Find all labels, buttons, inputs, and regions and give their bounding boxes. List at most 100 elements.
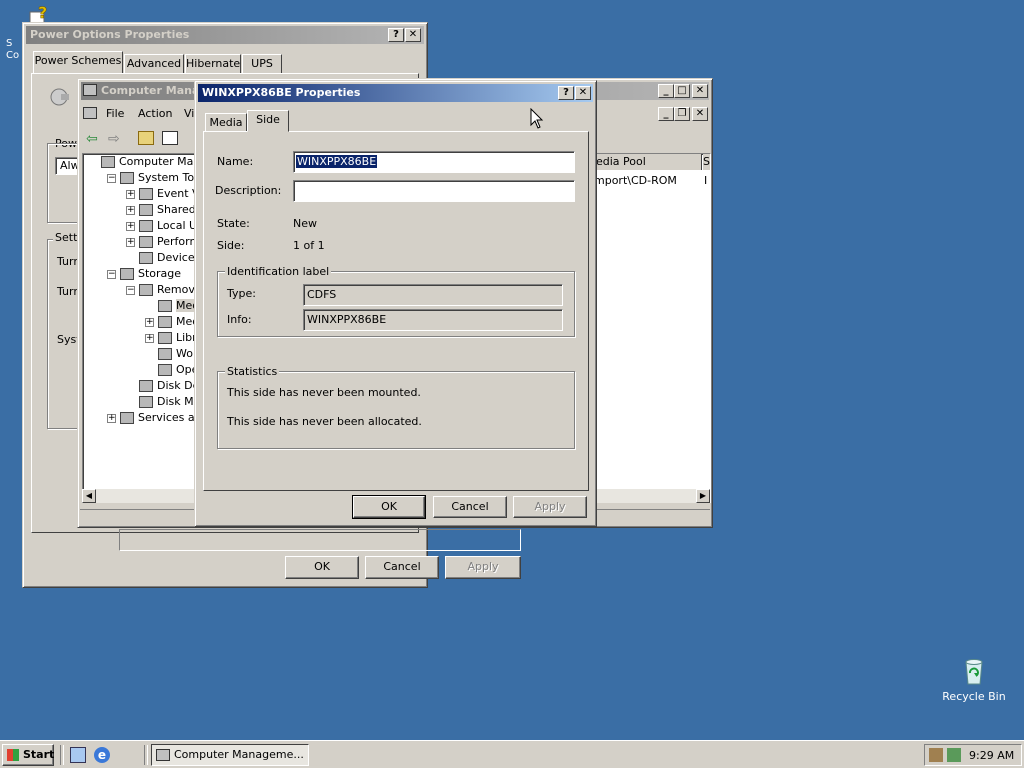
dialog-apply-button[interactable]: Apply [513, 496, 587, 518]
power-options-title: Power Options Properties [30, 28, 190, 41]
tree-item[interactable]: Device Ma [139, 250, 199, 266]
cm-title: Computer Manag [101, 84, 208, 97]
tree-node-icon [139, 380, 153, 392]
show-desktop-icon[interactable] [70, 747, 86, 763]
tree-item[interactable]: Disk Defra [139, 378, 199, 394]
windows-logo-icon [7, 749, 19, 761]
tray-network-icon[interactable] [947, 748, 961, 762]
expand-icon[interactable]: + [126, 190, 135, 199]
close-button[interactable]: ✕ [405, 28, 421, 42]
turn-off-disks-label: Turr [57, 285, 78, 298]
tree-node-icon [139, 188, 153, 200]
menu-view[interactable]: Vi [184, 107, 194, 120]
scroll-left-arrow[interactable]: ◀ [82, 489, 96, 503]
maximize-button[interactable]: □ [674, 84, 690, 98]
dialog-titlebar[interactable]: WINXPPX86BE Properties [198, 84, 593, 102]
tree-item[interactable]: Storage [120, 266, 181, 282]
power-ok-button[interactable]: OK [285, 556, 359, 579]
cm-list-pane[interactable]: edia Pool S mport\CD-ROM I [593, 153, 711, 503]
tab-advanced[interactable]: Advanced [124, 54, 184, 73]
show-tree-icon[interactable] [162, 131, 178, 145]
scroll-right-arrow[interactable]: ▶ [696, 489, 710, 503]
dialog-cancel-button[interactable]: Cancel [433, 496, 507, 518]
collapse-icon[interactable]: − [107, 270, 116, 279]
task-label: Computer Manageme... [174, 748, 304, 761]
tree-item[interactable]: Disk Manag [139, 394, 199, 410]
properties-dialog[interactable]: WINXPPX86BE Properties ? ✕ Media Side Na… [194, 80, 597, 527]
tray-tool-icon[interactable] [929, 748, 943, 762]
dialog-ok-button[interactable]: OK [352, 495, 426, 519]
dialog-help-button[interactable]: ? [558, 86, 574, 100]
state-value: New [293, 217, 317, 230]
collapse-icon[interactable]: − [126, 286, 135, 295]
identification-group-title: Identification label [225, 265, 332, 278]
collapse-icon[interactable]: − [107, 174, 116, 183]
start-label: Start [23, 748, 55, 761]
desktop-recycle-bin[interactable]: Recycle Bin [940, 656, 1008, 712]
tree-node-icon [120, 172, 134, 184]
tree-item[interactable]: Shared Fo [139, 202, 199, 218]
power-lower-border [119, 529, 521, 551]
info-label: Info: [227, 313, 252, 326]
recycle-bin-icon [965, 659, 983, 685]
info-field: WINXPPX86BE [303, 309, 563, 331]
quicklaunch-separator [60, 745, 64, 765]
power-cancel-button[interactable]: Cancel [365, 556, 439, 579]
tree-item[interactable]: Performan [139, 234, 199, 250]
mdi-minimize-button[interactable]: _ [658, 107, 674, 121]
start-button[interactable]: Start [2, 744, 54, 766]
tree-item-label: Services and A [138, 411, 199, 424]
menu-action[interactable]: Action [138, 107, 172, 120]
stats-allocated-text: This side has never been allocated. [227, 415, 422, 428]
back-arrow-icon[interactable]: ⇦ [86, 131, 98, 147]
tab-power-schemes[interactable]: Power Schemes [33, 51, 123, 73]
taskbar-computer-management[interactable]: Computer Manageme... [151, 744, 309, 766]
clock[interactable]: 9:29 AM [969, 748, 1014, 764]
cm-close-button[interactable]: ✕ [692, 84, 708, 98]
expand-icon[interactable]: + [145, 334, 154, 343]
tree-node-icon [158, 300, 172, 312]
tree-item[interactable]: Removable [139, 282, 199, 298]
ie-icon[interactable]: e [94, 747, 110, 763]
tree-node-icon [158, 332, 172, 344]
tab-media[interactable]: Media [205, 113, 247, 131]
tree-item[interactable]: Event View [139, 186, 199, 202]
mdi-close-button[interactable]: ✕ [692, 107, 708, 121]
tab-side[interactable]: Side [247, 110, 289, 132]
tree-node-icon [139, 252, 153, 264]
column-header-s[interactable]: S [703, 154, 710, 170]
minimize-button[interactable]: _ [658, 84, 674, 98]
dialog-close-button[interactable]: ✕ [575, 86, 591, 100]
up-folder-icon[interactable] [138, 131, 154, 145]
tree-item[interactable]: Services and A [120, 410, 199, 426]
tree-node-icon [101, 156, 115, 168]
expand-icon[interactable]: + [126, 222, 135, 231]
tree-item[interactable]: Local User [139, 218, 199, 234]
forward-arrow-icon[interactable]: ⇨ [108, 131, 120, 147]
tree-item-label: Storage [138, 267, 182, 280]
turn-off-monitor-label: Turr [57, 255, 78, 268]
cm-tree-pane[interactable]: Computer Manage System Tools − Event View + S… [82, 153, 200, 503]
menu-file[interactable]: File [106, 107, 124, 120]
tab-ups[interactable]: UPS [242, 54, 282, 73]
column-header-media-pool[interactable]: edia Pool [594, 154, 702, 170]
state-label: State: [217, 217, 250, 230]
description-field[interactable] [293, 180, 575, 202]
side-label: Side: [217, 239, 245, 252]
expand-icon[interactable]: + [145, 318, 154, 327]
expand-icon[interactable]: + [126, 238, 135, 247]
tree-item[interactable]: Computer Manage [101, 154, 199, 170]
power-plug-icon [47, 85, 71, 109]
mdi-restore-button[interactable]: ❐ [674, 107, 690, 121]
tree-node-icon [158, 364, 172, 376]
tree-node-icon [139, 396, 153, 408]
tree-item[interactable]: System Tools [120, 170, 199, 186]
power-apply-button[interactable]: Apply [445, 556, 521, 579]
tab-hibernate[interactable]: Hibernate [185, 54, 241, 73]
expand-icon[interactable]: + [126, 206, 135, 215]
name-field[interactable]: WINXPPX86BE [293, 151, 575, 173]
power-options-titlebar[interactable]: Power Options Properties [26, 26, 424, 44]
help-button[interactable]: ? [388, 28, 404, 42]
expand-icon[interactable]: + [107, 414, 116, 423]
taskbar: Start e Computer Manageme... 9:29 AM [0, 740, 1024, 768]
